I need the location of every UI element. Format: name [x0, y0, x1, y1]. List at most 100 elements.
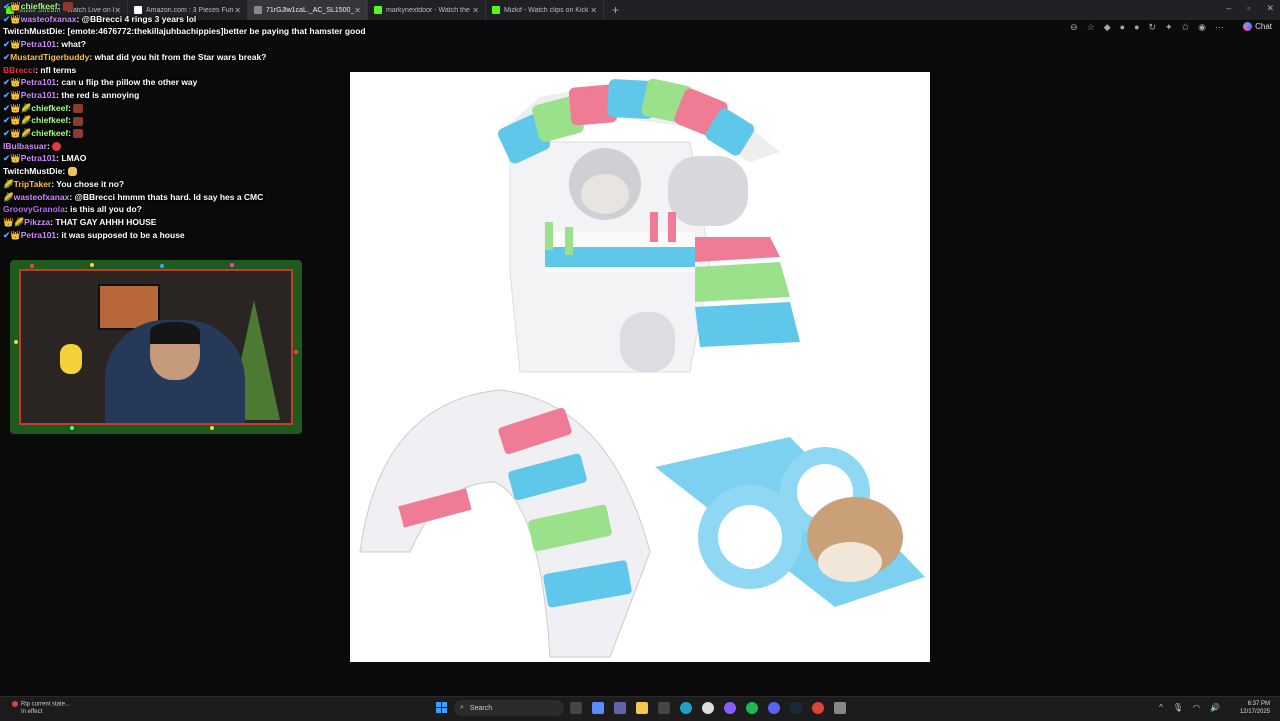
wifi-icon[interactable]: ◠ [1193, 703, 1200, 712]
chat-username[interactable]: IBulbasuar [3, 141, 47, 151]
task-view-icon[interactable] [570, 702, 582, 714]
refresh-extension-icon[interactable]: ↻ [1149, 22, 1157, 33]
weather-widget[interactable]: Rip current state... In effect [12, 701, 70, 716]
close-tab-icon[interactable]: ✕ [590, 6, 597, 15]
close-window-icon[interactable]: ✕ [1266, 3, 1274, 14]
puzzle-icon[interactable]: ✦ [1165, 22, 1173, 33]
weather-line2: In effect [21, 708, 43, 715]
chat-username[interactable]: TripTaker [14, 179, 52, 189]
string-light-icon [90, 263, 94, 267]
chat-username[interactable]: Pikzza [24, 217, 50, 227]
close-tab-icon[interactable]: ✕ [354, 6, 361, 15]
zoom-icon[interactable]: ⊖ [1070, 22, 1078, 33]
chat-username[interactable]: Petra101 [21, 39, 56, 49]
tab-label: markynextdoor - Watch the VOD [386, 6, 472, 14]
chat-username[interactable]: chiefkeef [31, 103, 68, 113]
chat-emote-icon [62, 2, 73, 12]
chat-text: nfl terms [40, 64, 77, 75]
chat-message: ✔👑Petra101: the red is annoying [3, 89, 343, 102]
chat-username[interactable]: chiefkeef [31, 128, 68, 138]
alert-icon [12, 701, 18, 707]
chrome-icon[interactable] [812, 702, 824, 714]
arch-bridge [359, 389, 651, 658]
close-tab-icon[interactable]: ✕ [472, 6, 479, 15]
chat-text: [emote:4676772:thekillajuhbachippies]bet… [67, 26, 366, 37]
chat-message: ✔👑🌽chiefkeef: [3, 114, 343, 127]
separator: : [62, 166, 68, 177]
chat-username[interactable]: chiefkeef [21, 1, 58, 11]
chat-button-label: Chat [1255, 22, 1272, 31]
taskbar-clock[interactable]: 6:37 PM 12/17/2025 [1240, 700, 1270, 716]
user-badges: ✔👑 [3, 39, 21, 50]
copilot-chat-button[interactable]: Chat [1243, 22, 1272, 31]
store-icon[interactable] [658, 702, 670, 714]
spotify-icon[interactable] [746, 702, 758, 714]
user-badges: ✔👑 [3, 153, 21, 164]
user-badges: 👑🌽 [3, 216, 25, 227]
extension-icon[interactable]: ● [1134, 22, 1139, 33]
chat-username[interactable]: wasteofxanax [14, 192, 70, 202]
chat-message: 🌽TripTaker: You chose it no? [3, 178, 343, 191]
string-light-icon [210, 426, 214, 430]
chat-username[interactable]: Petra101 [21, 230, 56, 240]
chat-username[interactable]: Petra101 [21, 153, 56, 163]
chat-message: TwitchMustDie: [emote:4676772:thekillaju… [3, 25, 366, 38]
favorites-icon[interactable]: ✩ [1182, 22, 1190, 33]
chat-username[interactable]: TwitchMustDie [3, 26, 62, 36]
copilot-app-icon[interactable] [592, 702, 604, 714]
chat-username[interactable]: wasteofxanax [21, 14, 77, 24]
file-explorer-icon[interactable] [636, 702, 648, 714]
bookmark-star-icon[interactable]: ☆ [1087, 22, 1095, 33]
taskbar-search[interactable]: ⌕ Search [454, 700, 564, 716]
christmas-wreath-frame [10, 260, 302, 434]
streamer-webcam [10, 260, 302, 434]
windows-taskbar: Rip current state... In effect ⌕ Search … [0, 696, 1280, 721]
user-badges: ✔👑 [3, 1, 21, 11]
chat-username[interactable]: Petra101 [21, 90, 56, 100]
chat-username[interactable]: MustardTigerbuddy [10, 52, 89, 62]
steam-icon[interactable] [790, 702, 802, 714]
chat-message: ✔👑Petra101: can u flip the pillow the ot… [3, 76, 343, 89]
chat-username[interactable]: GroovyGranola [3, 204, 65, 214]
string-light-icon [30, 264, 34, 268]
chat-text: what? [61, 39, 86, 50]
chat-username[interactable]: chiefkeef [31, 115, 68, 125]
start-button[interactable] [436, 702, 448, 714]
chat-username[interactable]: Petra101 [21, 77, 56, 87]
minimize-icon[interactable]: – [1226, 3, 1231, 14]
chat-username[interactable]: TwitchMustDie [3, 166, 62, 176]
window-controls: – ▫ ✕ [1226, 3, 1274, 14]
search-placeholder: Search [469, 704, 493, 712]
volume-icon[interactable]: 🔊 [1210, 703, 1220, 712]
user-badges: ✔👑 [3, 13, 21, 24]
more-menu-icon[interactable]: ⋯ [1215, 22, 1224, 33]
settings-icon[interactable] [834, 702, 846, 714]
profile-avatar-icon[interactable]: ◉ [1198, 22, 1206, 33]
browser-tab[interactable]: Mizkif - Watch clips on Kick ✕ [486, 0, 604, 20]
microphone-icon[interactable]: 🎙 [1173, 703, 1183, 712]
app-icon[interactable] [724, 702, 736, 714]
teams-icon[interactable] [614, 702, 626, 714]
new-tab-button[interactable]: + [604, 3, 627, 17]
extension-icon[interactable]: ◆ [1104, 22, 1111, 33]
clock-date: 12/17/2025 [1239, 709, 1270, 715]
chat-emote-icon [67, 167, 77, 177]
string-light-icon [14, 340, 18, 344]
extension-icon[interactable]: ● [1120, 22, 1125, 33]
chat-username[interactable]: BBrecci [3, 65, 35, 75]
edge-icon[interactable] [680, 702, 692, 714]
user-badges: ✔👑🌽 [3, 115, 32, 126]
browser-tab[interactable]: markynextdoor - Watch the VOD ✕ [368, 0, 486, 20]
chevron-up-icon[interactable]: ^ [1159, 703, 1163, 712]
weather-line1: Rip current state... [21, 701, 71, 708]
user-badges: 🌽 [3, 178, 14, 189]
house-ramp [695, 237, 800, 347]
string-light-icon [294, 350, 298, 354]
chat-message: ✔👑chiefkeef: [3, 0, 343, 13]
user-badges: ✔👑🌽 [3, 128, 32, 139]
discord-icon[interactable] [768, 702, 780, 714]
obs-icon[interactable] [702, 702, 714, 714]
maximize-icon[interactable]: ▫ [1247, 3, 1250, 14]
chat-emote-icon [73, 116, 84, 126]
chat-text: LMAO [61, 153, 87, 164]
